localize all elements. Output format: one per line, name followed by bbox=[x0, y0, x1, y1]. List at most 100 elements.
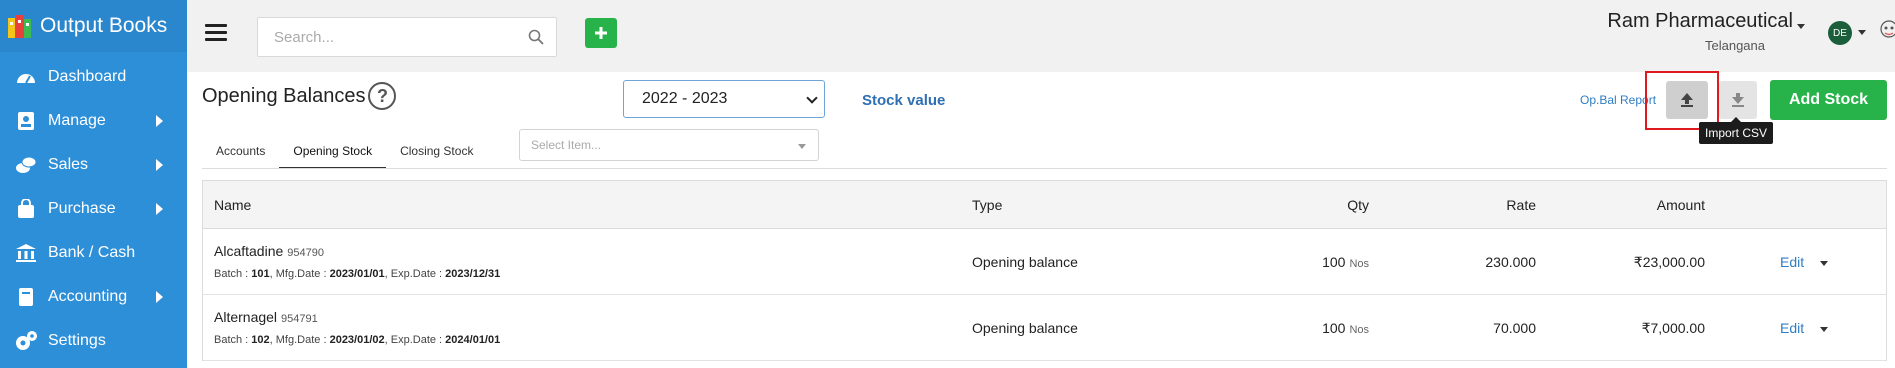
sidebar: Output Books Dashboard Manage Sales Purc… bbox=[0, 0, 187, 368]
sidebar-item-label: Bank / Cash bbox=[48, 244, 136, 261]
sidebar-item-sales[interactable]: Sales bbox=[0, 143, 187, 187]
item-name: Alcaftadine bbox=[214, 243, 284, 259]
download-icon bbox=[1732, 93, 1744, 107]
opening-stock-table: Name Type Qty Rate Amount Alcaftadine 954… bbox=[202, 180, 1887, 361]
mfg-label: , Mfg.Date : bbox=[269, 268, 330, 280]
qty-value: 100 bbox=[1322, 254, 1346, 270]
company-state: Telangana bbox=[1705, 38, 1765, 53]
mfg-label: , Mfg.Date : bbox=[269, 334, 330, 346]
sidebar-item-settings[interactable]: Settings bbox=[0, 319, 187, 363]
page-title: Opening Balances ? bbox=[202, 82, 397, 110]
stock-value-link[interactable]: Stock value bbox=[862, 92, 945, 109]
item-batch-details: Batch : 101, Mfg.Date : 2023/01/01, Exp.… bbox=[214, 268, 500, 280]
quick-add-button[interactable] bbox=[585, 18, 617, 48]
chevron-down-icon[interactable] bbox=[1797, 24, 1805, 29]
settings-gears-icon bbox=[14, 329, 38, 353]
item-code: 954790 bbox=[287, 247, 324, 259]
sidebar-item-bank-cash[interactable]: Bank / Cash bbox=[0, 231, 187, 275]
financial-year-select[interactable]: 2022 - 2023 bbox=[623, 80, 825, 118]
qty-value: 100 bbox=[1322, 320, 1346, 336]
amount-cell: ₹23,000.00 bbox=[1633, 254, 1705, 270]
qty-unit: Nos bbox=[1349, 324, 1369, 336]
item-select-placeholder: Select Item... bbox=[531, 138, 602, 152]
plus-icon bbox=[595, 27, 607, 39]
column-header-amount: Amount bbox=[1656, 197, 1705, 213]
amount-cell: ₹7,000.00 bbox=[1641, 320, 1705, 336]
exp-label: , Exp.Date : bbox=[384, 334, 446, 346]
chevron-down-icon bbox=[806, 92, 818, 104]
chevron-right-icon bbox=[156, 291, 163, 303]
column-header-name: Name bbox=[214, 197, 252, 213]
books-logo-icon bbox=[8, 15, 31, 38]
qty-unit: Nos bbox=[1349, 258, 1369, 270]
avatar[interactable]: DE bbox=[1828, 21, 1852, 45]
chevron-down-icon[interactable] bbox=[1858, 30, 1866, 35]
add-stock-button[interactable]: Add Stock bbox=[1770, 80, 1887, 120]
sidebar-item-purchase[interactable]: Purchase bbox=[0, 187, 187, 231]
search-icon[interactable] bbox=[528, 29, 544, 45]
batch-label: Batch : bbox=[214, 268, 252, 280]
chevron-down-icon bbox=[798, 144, 806, 149]
company-name: Ram Pharmaceutical bbox=[1607, 10, 1793, 32]
brand[interactable]: Output Books bbox=[0, 0, 187, 52]
tab-accounts[interactable]: Accounts bbox=[202, 138, 279, 169]
item-code: 954791 bbox=[281, 313, 318, 325]
column-header-rate: Rate bbox=[1506, 197, 1536, 213]
tab-opening-stock[interactable]: Opening Stock bbox=[279, 138, 387, 169]
exp-label: , Exp.Date : bbox=[384, 268, 446, 280]
type-cell: Opening balance bbox=[972, 254, 1078, 270]
sidebar-item-label: Purchase bbox=[48, 200, 116, 217]
help-icon[interactable]: ? bbox=[368, 82, 397, 110]
chevron-right-icon bbox=[156, 203, 163, 215]
sidebar-item-manage[interactable]: Manage bbox=[0, 99, 187, 143]
qty-cell: 100 Nos bbox=[1322, 320, 1369, 336]
sidebar-nav: Dashboard Manage Sales Purchase Bank / C… bbox=[0, 55, 187, 363]
item-batch-details: Batch : 102, Mfg.Date : 2023/01/02, Exp.… bbox=[214, 334, 500, 346]
brand-name: Output Books bbox=[40, 14, 168, 37]
sidebar-item-label: Accounting bbox=[48, 288, 128, 305]
batch-label: Batch : bbox=[214, 334, 252, 346]
import-csv-tooltip: Import CSV bbox=[1699, 117, 1773, 144]
exp-date: 2024/01/01 bbox=[445, 334, 501, 346]
sidebar-item-dashboard[interactable]: Dashboard bbox=[0, 55, 187, 99]
table-header: Name Type Qty Rate Amount bbox=[203, 181, 1886, 229]
mascot-icon bbox=[1880, 20, 1895, 38]
batch-value: 101 bbox=[251, 268, 270, 280]
type-cell: Opening balance bbox=[972, 320, 1078, 336]
table-row: Alternagel 954791 Batch : 102, Mfg.Date :… bbox=[203, 295, 1886, 361]
sidebar-item-label: Settings bbox=[48, 332, 106, 349]
search-box bbox=[257, 17, 557, 57]
rate-cell: 70.000 bbox=[1493, 320, 1536, 336]
qty-cell: 100 Nos bbox=[1322, 254, 1369, 270]
purchase-bag-icon bbox=[14, 197, 38, 221]
tab-closing-stock[interactable]: Closing Stock bbox=[386, 138, 487, 169]
batch-value: 102 bbox=[251, 334, 270, 346]
exp-date: 2023/12/31 bbox=[445, 268, 501, 280]
chevron-right-icon bbox=[156, 115, 163, 127]
edit-link[interactable]: Edit bbox=[1780, 254, 1804, 270]
item-name-cell: Alcaftadine 954790 bbox=[214, 243, 324, 259]
divider bbox=[202, 168, 1887, 169]
download-button[interactable] bbox=[1719, 81, 1757, 119]
top-header: Ram Pharmaceutical Telangana DE bbox=[187, 0, 1895, 72]
edit-link[interactable]: Edit bbox=[1780, 320, 1804, 336]
dashboard-gauge-icon bbox=[14, 65, 38, 89]
accounting-book-icon bbox=[14, 285, 38, 309]
column-header-type: Type bbox=[972, 197, 1003, 213]
sales-coins-icon bbox=[14, 153, 38, 177]
manage-id-card-icon bbox=[14, 109, 38, 133]
chevron-down-icon[interactable] bbox=[1820, 327, 1828, 332]
sidebar-item-label: Dashboard bbox=[48, 68, 127, 85]
financial-year-value: 2022 - 2023 bbox=[642, 90, 728, 107]
rate-cell: 230.000 bbox=[1485, 254, 1536, 270]
mfg-date: 2023/01/01 bbox=[329, 268, 385, 280]
item-select[interactable]: Select Item... bbox=[519, 129, 819, 161]
column-header-qty: Qty bbox=[1347, 197, 1369, 213]
search-input[interactable] bbox=[258, 18, 498, 56]
sidebar-item-label: Manage bbox=[48, 112, 106, 129]
tab-bar: Accounts Opening Stock Closing Stock bbox=[202, 138, 487, 169]
company-switcher[interactable]: Ram Pharmaceutical bbox=[1607, 10, 1793, 33]
chevron-down-icon[interactable] bbox=[1820, 261, 1828, 266]
sidebar-item-accounting[interactable]: Accounting bbox=[0, 275, 187, 319]
hamburger-menu-icon[interactable] bbox=[205, 24, 227, 42]
